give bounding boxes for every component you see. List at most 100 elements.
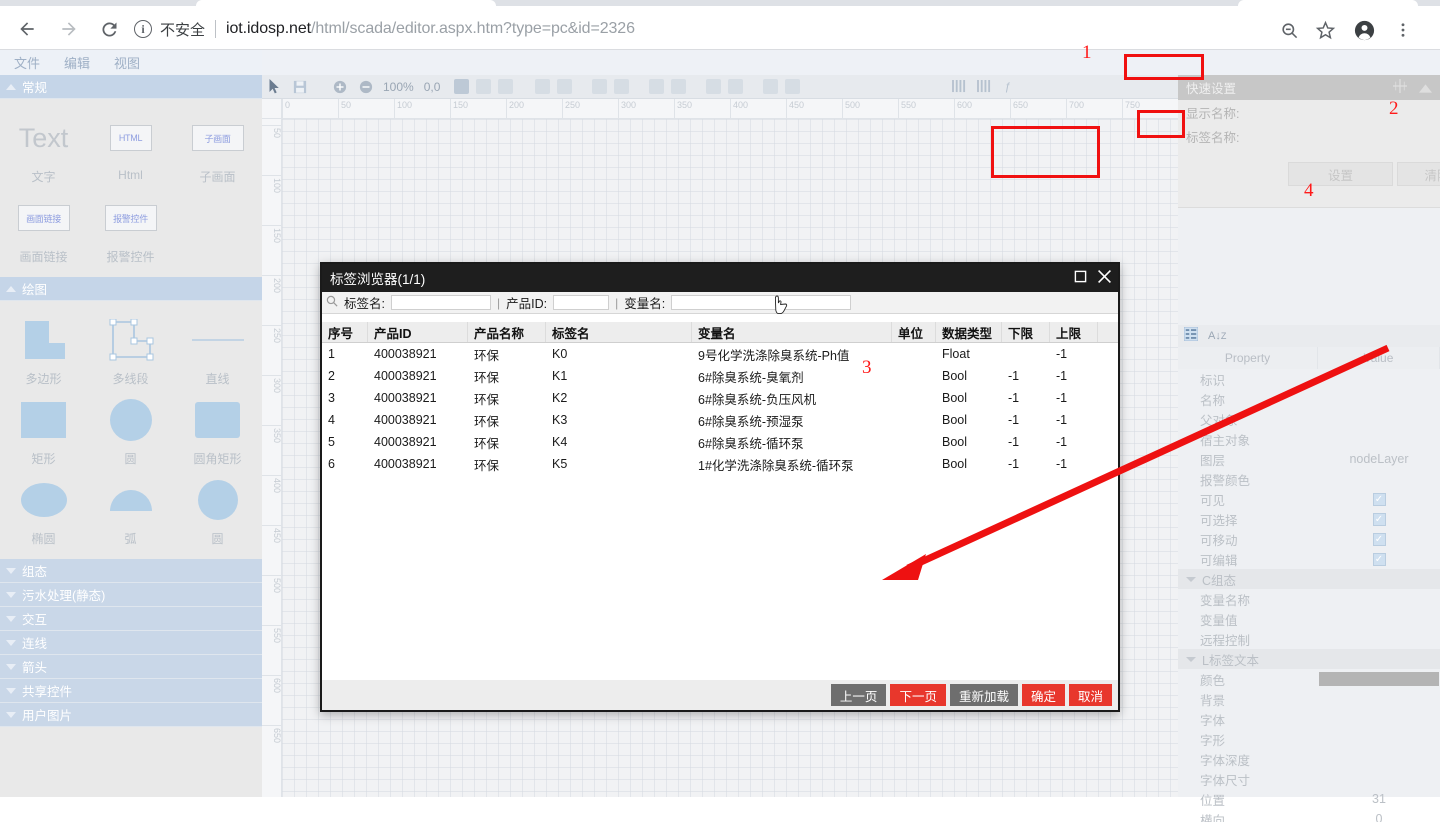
maximize-icon[interactable] [1074,270,1087,286]
toolbar-button-distribute-h[interactable] [649,79,664,94]
profile-avatar-icon[interactable] [1350,16,1378,44]
save-icon[interactable] [293,78,307,96]
palette-item-line[interactable]: 直线 [174,311,261,391]
property-row[interactable]: 位置31 [1178,789,1440,809]
reload-icon[interactable] [96,16,122,42]
tag-table-column-header[interactable]: 单位 [892,322,936,342]
measure-icon[interactable]: ƒ [1004,78,1010,96]
tag-table-column-header[interactable]: 产品ID [368,322,468,342]
dialog-button-2[interactable]: 重新加载 [950,684,1018,706]
info-circle-icon[interactable]: i [134,20,152,38]
menu-item-file[interactable]: 文件 [0,53,52,72]
property-group-row[interactable]: L标签文本 [1178,649,1440,669]
toolbar-button-align-middle[interactable] [592,79,607,94]
property-row[interactable]: 可见✓ [1178,489,1440,509]
palette-item-circle[interactable]: 圆 [87,391,174,471]
palette-section-configuration[interactable]: 组态 [0,559,262,583]
property-value[interactable]: ✓ [1318,533,1440,546]
dialog-button-4[interactable]: 取消 [1069,684,1112,706]
palette-section-interaction[interactable]: 交互 [0,607,262,631]
filter-input-variable-name[interactable] [671,295,851,310]
toolbar-button-ungroup[interactable] [785,79,800,94]
property-row[interactable]: 名称 [1178,389,1440,409]
palette-item-polygon[interactable]: 多边形 [0,311,87,391]
property-row[interactable]: 父对象 [1178,409,1440,429]
palette-section-wastewater[interactable]: 污水处理(静态) [0,583,262,607]
tag-table-column-header[interactable]: 变量名 [692,322,892,342]
property-row[interactable]: 字体 [1178,709,1440,729]
grid-toggle-icon[interactable] [952,78,967,96]
back-arrow-icon[interactable] [14,16,40,42]
property-row[interactable]: 宿主对象 [1178,429,1440,449]
menu-item-edit[interactable]: 编辑 [52,53,102,72]
palette-item-text[interactable]: Text 文字 [0,109,87,189]
tag-table-column-header[interactable]: 产品名称 [468,322,546,342]
filter-input-tag-name[interactable] [391,295,491,310]
palette-section-arrow[interactable]: 箭头 [0,655,262,679]
dialog-button-1[interactable]: 下一页 [890,684,946,706]
filter-input-product-id[interactable] [553,295,609,310]
palette-item-polyline[interactable]: 多线段 [87,311,174,391]
align-grid-icon[interactable] [1393,79,1407,98]
toolbar-button-align-top[interactable] [557,79,572,94]
dialog-button-0[interactable]: 上一页 [831,684,887,706]
property-row[interactable]: 报警颜色 [1178,469,1440,489]
kebab-menu-icon[interactable] [1389,16,1417,44]
property-row[interactable]: 字体深度 [1178,749,1440,769]
tag-table-column-header[interactable]: 下限 [1002,322,1050,342]
close-icon[interactable] [1097,269,1112,287]
quick-settings-title[interactable]: 快速设置 [1186,78,1236,97]
toolbar-button-same-height[interactable] [728,79,743,94]
property-row[interactable]: 变量值 [1178,609,1440,629]
property-row[interactable]: 可编辑✓ [1178,549,1440,569]
palette-item-rect[interactable]: 矩形 [0,391,87,471]
toolbar-button-distribute-v[interactable] [671,79,686,94]
property-value[interactable]: ✓ [1318,553,1440,566]
dialog-title-bar[interactable]: 标签浏览器(1/1) [322,264,1118,292]
property-row[interactable]: 图层nodeLayer [1178,449,1440,469]
property-row[interactable]: 字体尺寸 [1178,769,1440,789]
palette-item-subscreen[interactable]: 子画面 子画面 [174,109,261,189]
palette-section-draw[interactable]: 绘图 [0,277,262,301]
property-value[interactable] [1318,672,1440,686]
palette-section-user-images[interactable]: 用户图片 [0,703,262,727]
table-row[interactable]: 6400038921环保K51#化学洗涤除臭系统-循环泵Bool-1-1 [322,453,1118,475]
palette-item-circle2[interactable]: 圆 [174,471,261,551]
property-row[interactable]: 变量名称 [1178,589,1440,609]
property-row[interactable]: 可选择✓ [1178,509,1440,529]
tag-table-column-header[interactable]: 标签名 [546,322,692,342]
sort-alpha-icon[interactable]: A↓Z [1208,330,1226,342]
address-bar[interactable]: i 不安全 iot.idosp.net/html/scada/editor.as… [134,14,1234,44]
property-checkbox[interactable]: ✓ [1373,533,1386,546]
palette-item-html[interactable]: HTML Html [87,109,174,189]
dialog-button-3[interactable]: 确定 [1022,684,1065,706]
categorize-icon[interactable] [1184,327,1198,346]
property-value[interactable]: 31 [1318,792,1440,806]
toolbar-button-align-center[interactable] [498,79,513,94]
zoom-out-icon[interactable] [1275,16,1303,44]
pointer-tool-icon[interactable] [268,78,281,96]
table-row[interactable]: 2400038921环保K16#除臭系统-臭氧剂Bool-1-1 [322,365,1118,387]
forward-arrow-icon[interactable] [56,16,82,42]
property-value[interactable]: 0 [1318,812,1440,822]
tag-table-column-header[interactable]: 数据类型 [936,322,1002,342]
clear-button[interactable]: 清除 [1397,162,1440,186]
toolbar-button-align-bottom[interactable] [614,79,629,94]
toolbar-button-same-width[interactable] [706,79,721,94]
table-row[interactable]: 1400038921环保K09号化学洗涤除臭系统-Ph值Float-1 [322,343,1118,365]
property-row[interactable]: 可移动✓ [1178,529,1440,549]
palette-section-general[interactable]: 常规 [0,75,262,99]
palette-item-ellipse[interactable]: 椭圆 [0,471,87,551]
menu-item-view[interactable]: 视图 [102,53,152,72]
property-value[interactable]: ✓ [1318,513,1440,526]
zoom-in-icon[interactable] [333,78,347,96]
star-icon[interactable] [1311,16,1339,44]
caret-up-icon[interactable] [1419,80,1432,98]
property-value[interactable]: ✓ [1318,493,1440,506]
table-row[interactable]: 5400038921环保K46#除臭系统-循环泵Bool-1-1 [322,431,1118,453]
property-row[interactable]: 远程控制 [1178,629,1440,649]
property-row[interactable]: 标识 [1178,369,1440,389]
palette-item-alarm-control[interactable]: 报警控件 报警控件 [87,189,174,269]
snap-toggle-icon[interactable] [977,78,992,96]
property-row[interactable]: 颜色 [1178,669,1440,689]
